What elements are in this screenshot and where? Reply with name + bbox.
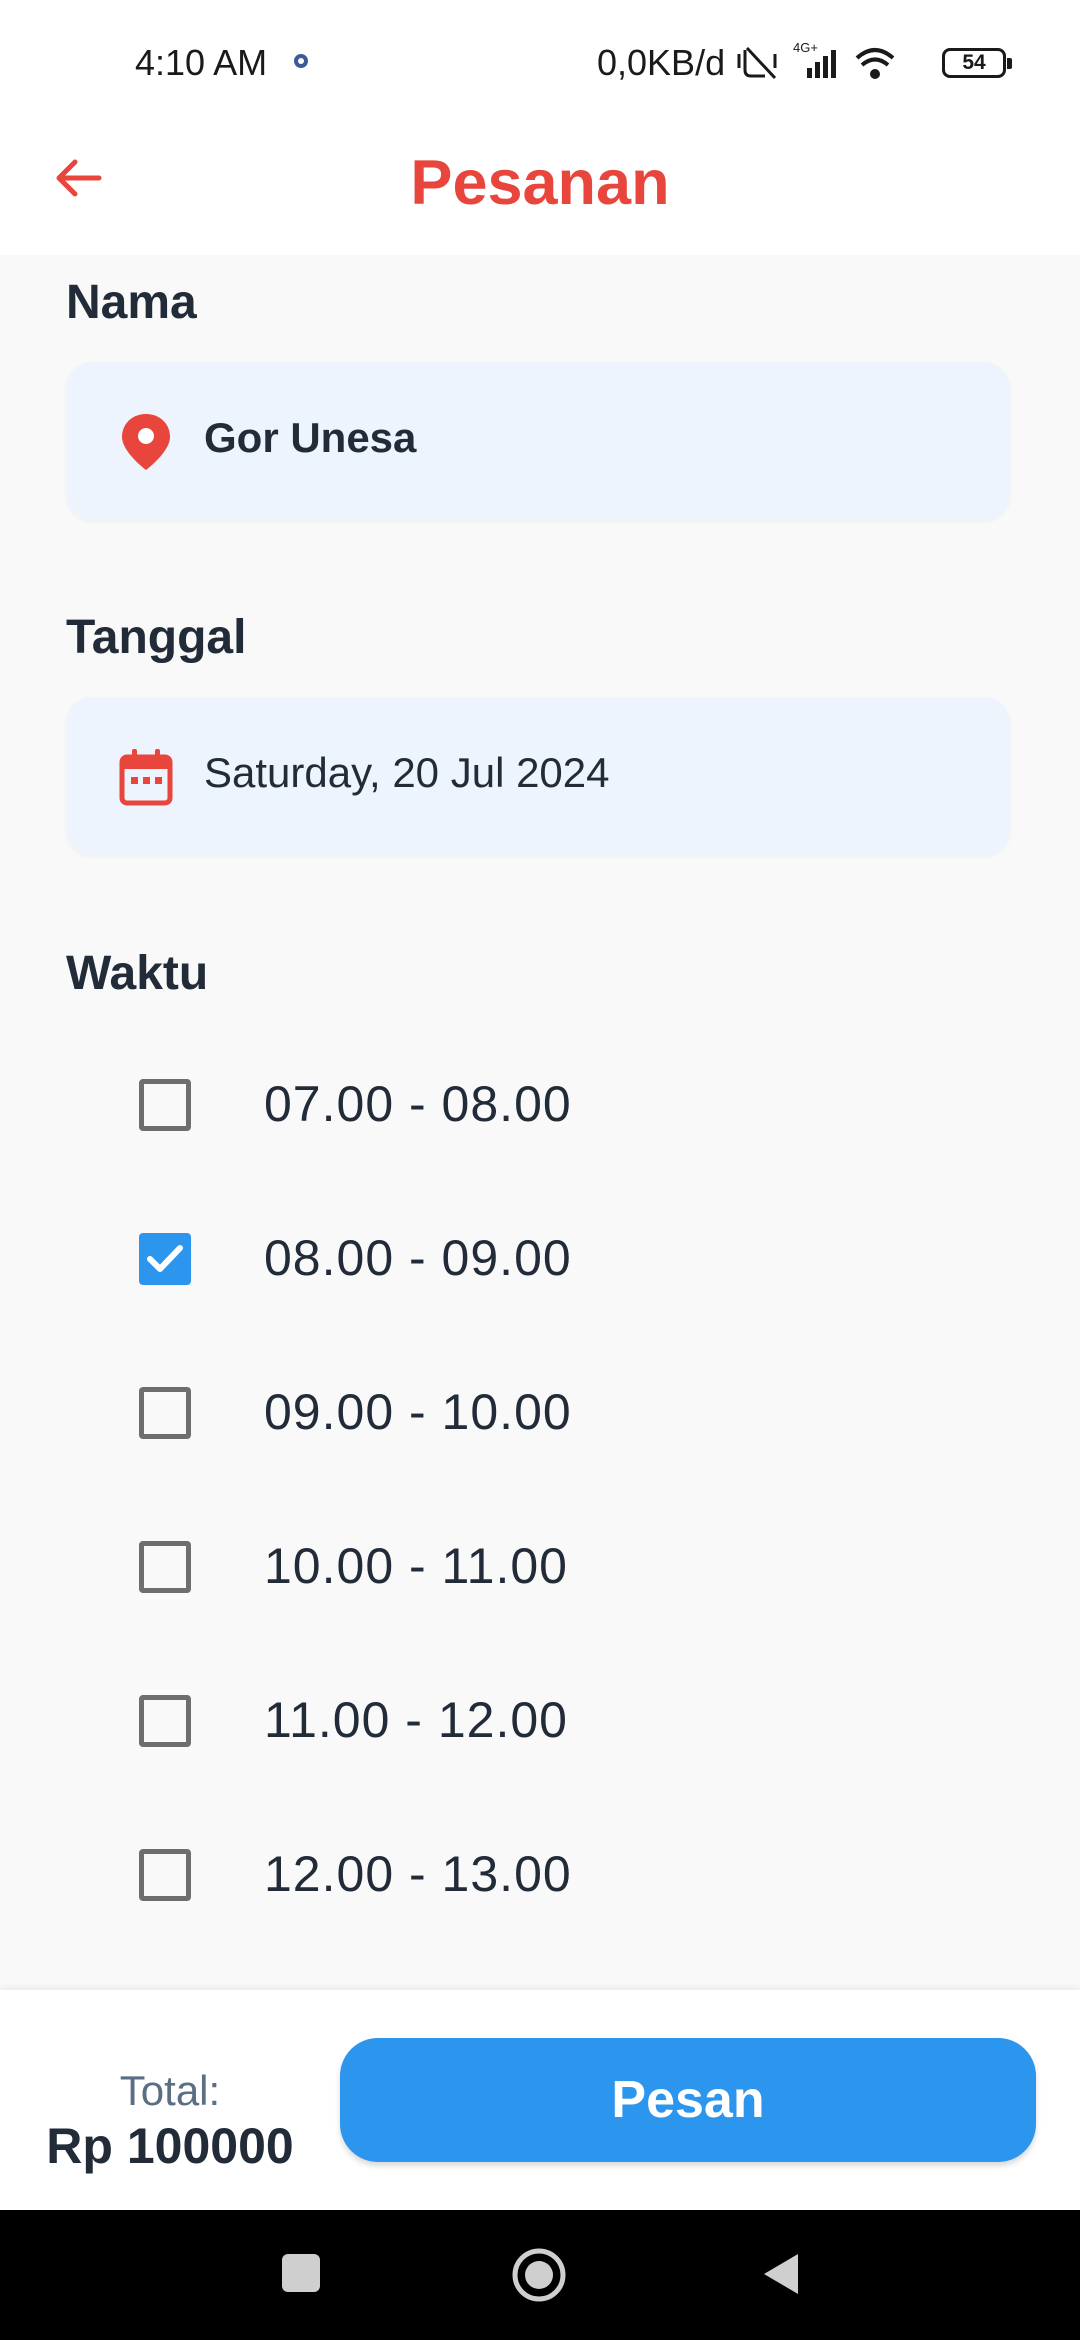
time-slot[interactable]: 12.00 - 13.00	[0, 1797, 1080, 1951]
name-label: Nama	[66, 276, 197, 329]
total-label: Total:	[119, 2067, 221, 2114]
network-speed: 0,0KB/d	[597, 42, 726, 83]
time-slot[interactable]: 09.00 - 10.00	[0, 1335, 1080, 1489]
date-field[interactable]: Saturday, 20 Jul 2024	[66, 697, 1010, 855]
time-slot[interactable]: 07.00 - 08.00	[0, 1027, 1080, 1181]
checkbox-checked[interactable]	[139, 1233, 191, 1285]
status-icons: 4G+	[737, 40, 895, 80]
network-type: 4G+	[793, 40, 818, 55]
checkbox-unchecked[interactable]	[139, 1849, 191, 1901]
checkmark-icon	[147, 1245, 183, 1272]
app-bar: Pesanan	[0, 125, 1080, 255]
checkbox-unchecked[interactable]	[139, 1695, 191, 1747]
order-button[interactable]: Pesan	[340, 2038, 1036, 2162]
battery-icon: 54	[942, 48, 1012, 78]
time-slot[interactable]: 11.00 - 12.00	[0, 1643, 1080, 1797]
time-label: Waktu	[66, 947, 209, 1000]
back-nav-button[interactable]	[758, 2250, 804, 2298]
time-slot[interactable]: 10.00 - 11.00	[0, 1489, 1080, 1643]
time-slot-label: 09.00 - 10.00	[264, 1384, 572, 1440]
total-value: Rp 100000	[46, 2118, 294, 2174]
home-button[interactable]	[510, 2246, 568, 2304]
date-label: Tanggal	[66, 611, 247, 664]
time-slot-label: 07.00 - 08.00	[264, 1076, 572, 1132]
wifi-icon	[855, 48, 895, 79]
time-slot-label: 11.00 - 12.00	[264, 1692, 568, 1748]
order-bar: Total: Rp 100000 Pesan	[0, 1990, 1080, 2210]
time-slot-label: 10.00 - 11.00	[264, 1538, 568, 1594]
status-time: 4:10 AM	[135, 42, 268, 83]
date-value: Saturday, 20 Jul 2024	[204, 749, 610, 796]
name-value: Gor Unesa	[204, 414, 417, 461]
location-pin-icon	[122, 414, 170, 470]
checkbox-unchecked[interactable]	[139, 1541, 191, 1593]
time-slot-label: 08.00 - 09.00	[264, 1230, 572, 1286]
signal-icon: 4G+	[793, 40, 836, 78]
recents-button[interactable]	[278, 2250, 324, 2296]
time-slot[interactable]: 08.00 - 09.00	[0, 1181, 1080, 1335]
time-slot-label: 12.00 - 13.00	[264, 1846, 572, 1902]
vibrate-icon	[737, 46, 777, 80]
calendar-icon	[119, 749, 173, 806]
gear-icon	[294, 54, 308, 68]
page-title: Pesanan	[410, 148, 670, 218]
status-bar: 4:10 AM 0,0KB/d 4G+ 54	[0, 0, 1080, 125]
checkbox-unchecked[interactable]	[139, 1079, 191, 1131]
name-field[interactable]: Gor Unesa	[66, 362, 1010, 520]
checkbox-unchecked[interactable]	[139, 1387, 191, 1439]
system-nav-bar	[0, 2210, 1080, 2340]
